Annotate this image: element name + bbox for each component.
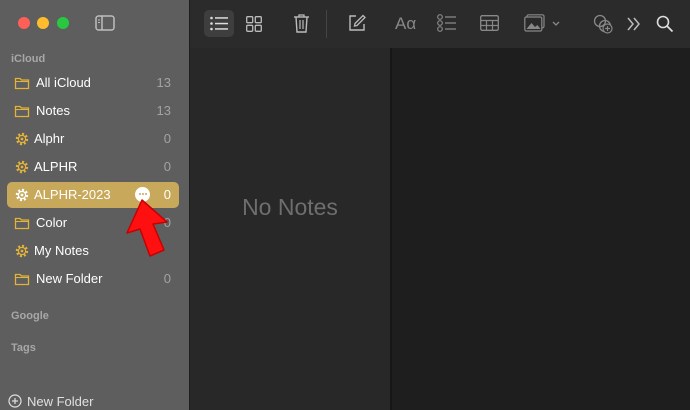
toolbar-separator [326,10,327,38]
folder-count: 13 [156,75,171,90]
folder-name: New Folder [36,271,103,286]
folder-name: Notes [36,103,70,118]
folder-icon [14,273,30,286]
trash-icon[interactable] [293,13,310,33]
gear-icon [15,160,29,174]
folder-name: All iCloud [36,75,91,90]
section-label-google: Google [11,310,49,322]
folder-count: 13 [156,103,171,118]
sidebar-item-alphr-upper[interactable]: ALPHR 0 [7,154,179,180]
folder-icon [14,217,30,230]
folder-icon [14,105,30,118]
more-icon[interactable] [627,17,641,31]
sidebar-item-new-folder[interactable]: New Folder 0 [7,266,179,292]
empty-state-label: No Notes [242,194,338,220]
folder-name: Color [36,215,68,230]
gear-icon [15,188,29,202]
search-icon[interactable] [656,15,674,33]
media-icon[interactable] [524,14,560,33]
new-folder-button[interactable]: New Folder [8,393,93,409]
folder-count: 0 [163,271,171,286]
section-label-icloud: iCloud [11,53,46,65]
folder-name: ALPHR [34,159,78,174]
compose-icon[interactable] [348,14,366,32]
minimize-window-button[interactable] [37,17,49,29]
folder-name: Alphr [34,131,65,146]
annotation-arrow-icon [126,199,168,257]
folder-icon [14,77,30,90]
plus-circle-icon [8,394,22,408]
table-icon[interactable] [480,15,499,31]
zoom-window-button[interactable] [57,17,69,29]
sidebar-item-all-icloud[interactable]: All iCloud 13 [7,70,179,96]
section-label-tags: Tags [11,342,36,354]
toolbar: Aα [190,0,690,48]
folder-count: 0 [163,131,171,146]
folder-name: My Notes [34,243,89,258]
note-list: No Notes [190,48,390,410]
list-view-icon[interactable] [210,16,228,31]
gear-icon [15,132,29,146]
new-folder-label: New Folder [27,393,94,409]
checklist-icon[interactable] [437,13,457,33]
sidebar-item-alphr[interactable]: Alphr 0 [7,126,179,152]
sidebar-toggle-icon[interactable] [95,15,115,31]
sidebar-item-notes[interactable]: Notes 13 [7,98,179,124]
close-window-button[interactable] [18,17,30,29]
gallery-view-icon[interactable] [246,16,262,32]
note-editor [392,48,690,410]
gear-icon [15,244,29,258]
format-text-icon[interactable]: Aα [395,14,416,34]
collaborate-icon[interactable] [592,13,614,35]
sidebar: iCloud All iCloud 13 Notes 13 Alphr 0 AL… [0,0,189,410]
folder-count: 0 [163,159,171,174]
folder-name: ALPHR-2023 [34,187,111,202]
